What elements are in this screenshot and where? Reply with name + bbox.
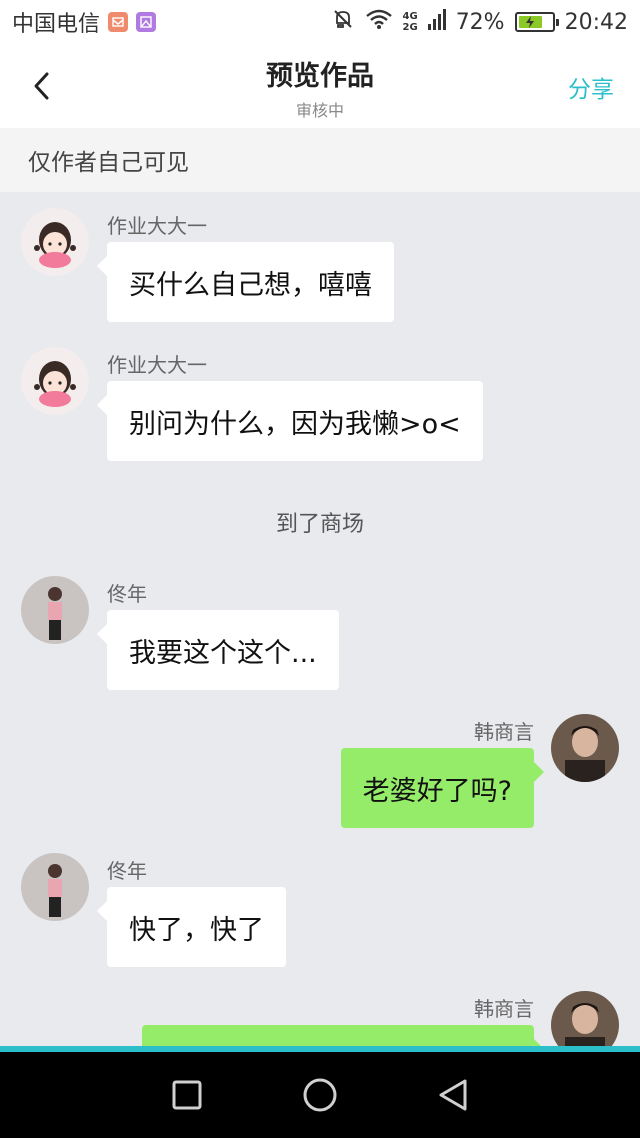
sender-name: 佟年	[107, 582, 147, 606]
system-nav-bar	[0, 1052, 640, 1138]
sender-name: 韩商言	[474, 720, 534, 744]
message-bubble[interactable]	[142, 1025, 544, 1046]
review-status: 审核中	[295, 101, 344, 120]
network-type-top: 4G	[402, 11, 418, 22]
avatar[interactable]	[551, 991, 619, 1046]
chevron-left-icon	[34, 72, 49, 100]
avatar[interactable]	[21, 347, 89, 415]
gallery-notification-icon	[136, 12, 157, 32]
visibility-notice: 仅作者自己可见	[0, 128, 640, 192]
sender-name: 韩商言	[474, 997, 534, 1021]
nav-title-group: 预览作品 审核中	[0, 54, 640, 121]
battery-percent: 72%	[455, 9, 505, 35]
message-bubble[interactable]: 别问为什么，因为我懒>o<	[97, 381, 483, 461]
battery-fill	[518, 16, 542, 28]
battery-icon	[514, 12, 559, 32]
network-type: 4G 2G	[403, 11, 418, 33]
page-title: 预览作品	[266, 61, 374, 92]
recents-button[interactable]	[157, 1065, 217, 1125]
avatar[interactable]	[551, 714, 619, 782]
signal-icon	[427, 8, 446, 36]
sender-name: 佟年	[107, 859, 147, 883]
avatar[interactable]	[21, 853, 89, 921]
avatar[interactable]	[21, 576, 89, 644]
home-button[interactable]	[290, 1065, 350, 1125]
status-left: 中国电信	[12, 6, 157, 38]
carrier-name: 中国电信	[12, 12, 101, 37]
nav-bar: 预览作品 审核中 分享	[0, 44, 640, 128]
square-icon	[172, 1080, 202, 1110]
silent-icon	[331, 7, 355, 37]
chat-area[interactable]: 作业大大一 买什么自己想，嘻嘻 作业大大一 别问为什么，因为我懒>o< 到了商场…	[0, 192, 640, 1046]
narration-text: 到了商场	[275, 512, 364, 537]
share-button[interactable]: 分享	[568, 70, 614, 104]
message-bubble[interactable]: 老婆好了吗?	[340, 748, 545, 828]
status-bar: 中国电信 4G 2G 72% 20:42	[0, 0, 640, 44]
avatar[interactable]	[21, 208, 89, 276]
message-bubble[interactable]: 买什么自己想，嘻嘻	[97, 242, 394, 322]
triangle-back-icon	[439, 1079, 467, 1111]
sender-name: 作业大大一	[107, 214, 207, 238]
message-bubble[interactable]: 快了，快了	[97, 887, 286, 967]
message-bubble[interactable]: 我要这个这个...	[97, 610, 339, 690]
mail-notification-icon	[108, 12, 129, 32]
clock: 20:42	[564, 9, 628, 35]
status-right: 4G 2G 72% 20:42	[331, 7, 628, 37]
sender-name: 作业大大一	[107, 353, 207, 377]
back-button[interactable]	[20, 64, 64, 108]
back-nav-button[interactable]	[423, 1065, 483, 1125]
circle-icon	[303, 1078, 337, 1112]
network-type-bottom: 2G	[402, 22, 418, 33]
wifi-icon	[365, 8, 393, 36]
